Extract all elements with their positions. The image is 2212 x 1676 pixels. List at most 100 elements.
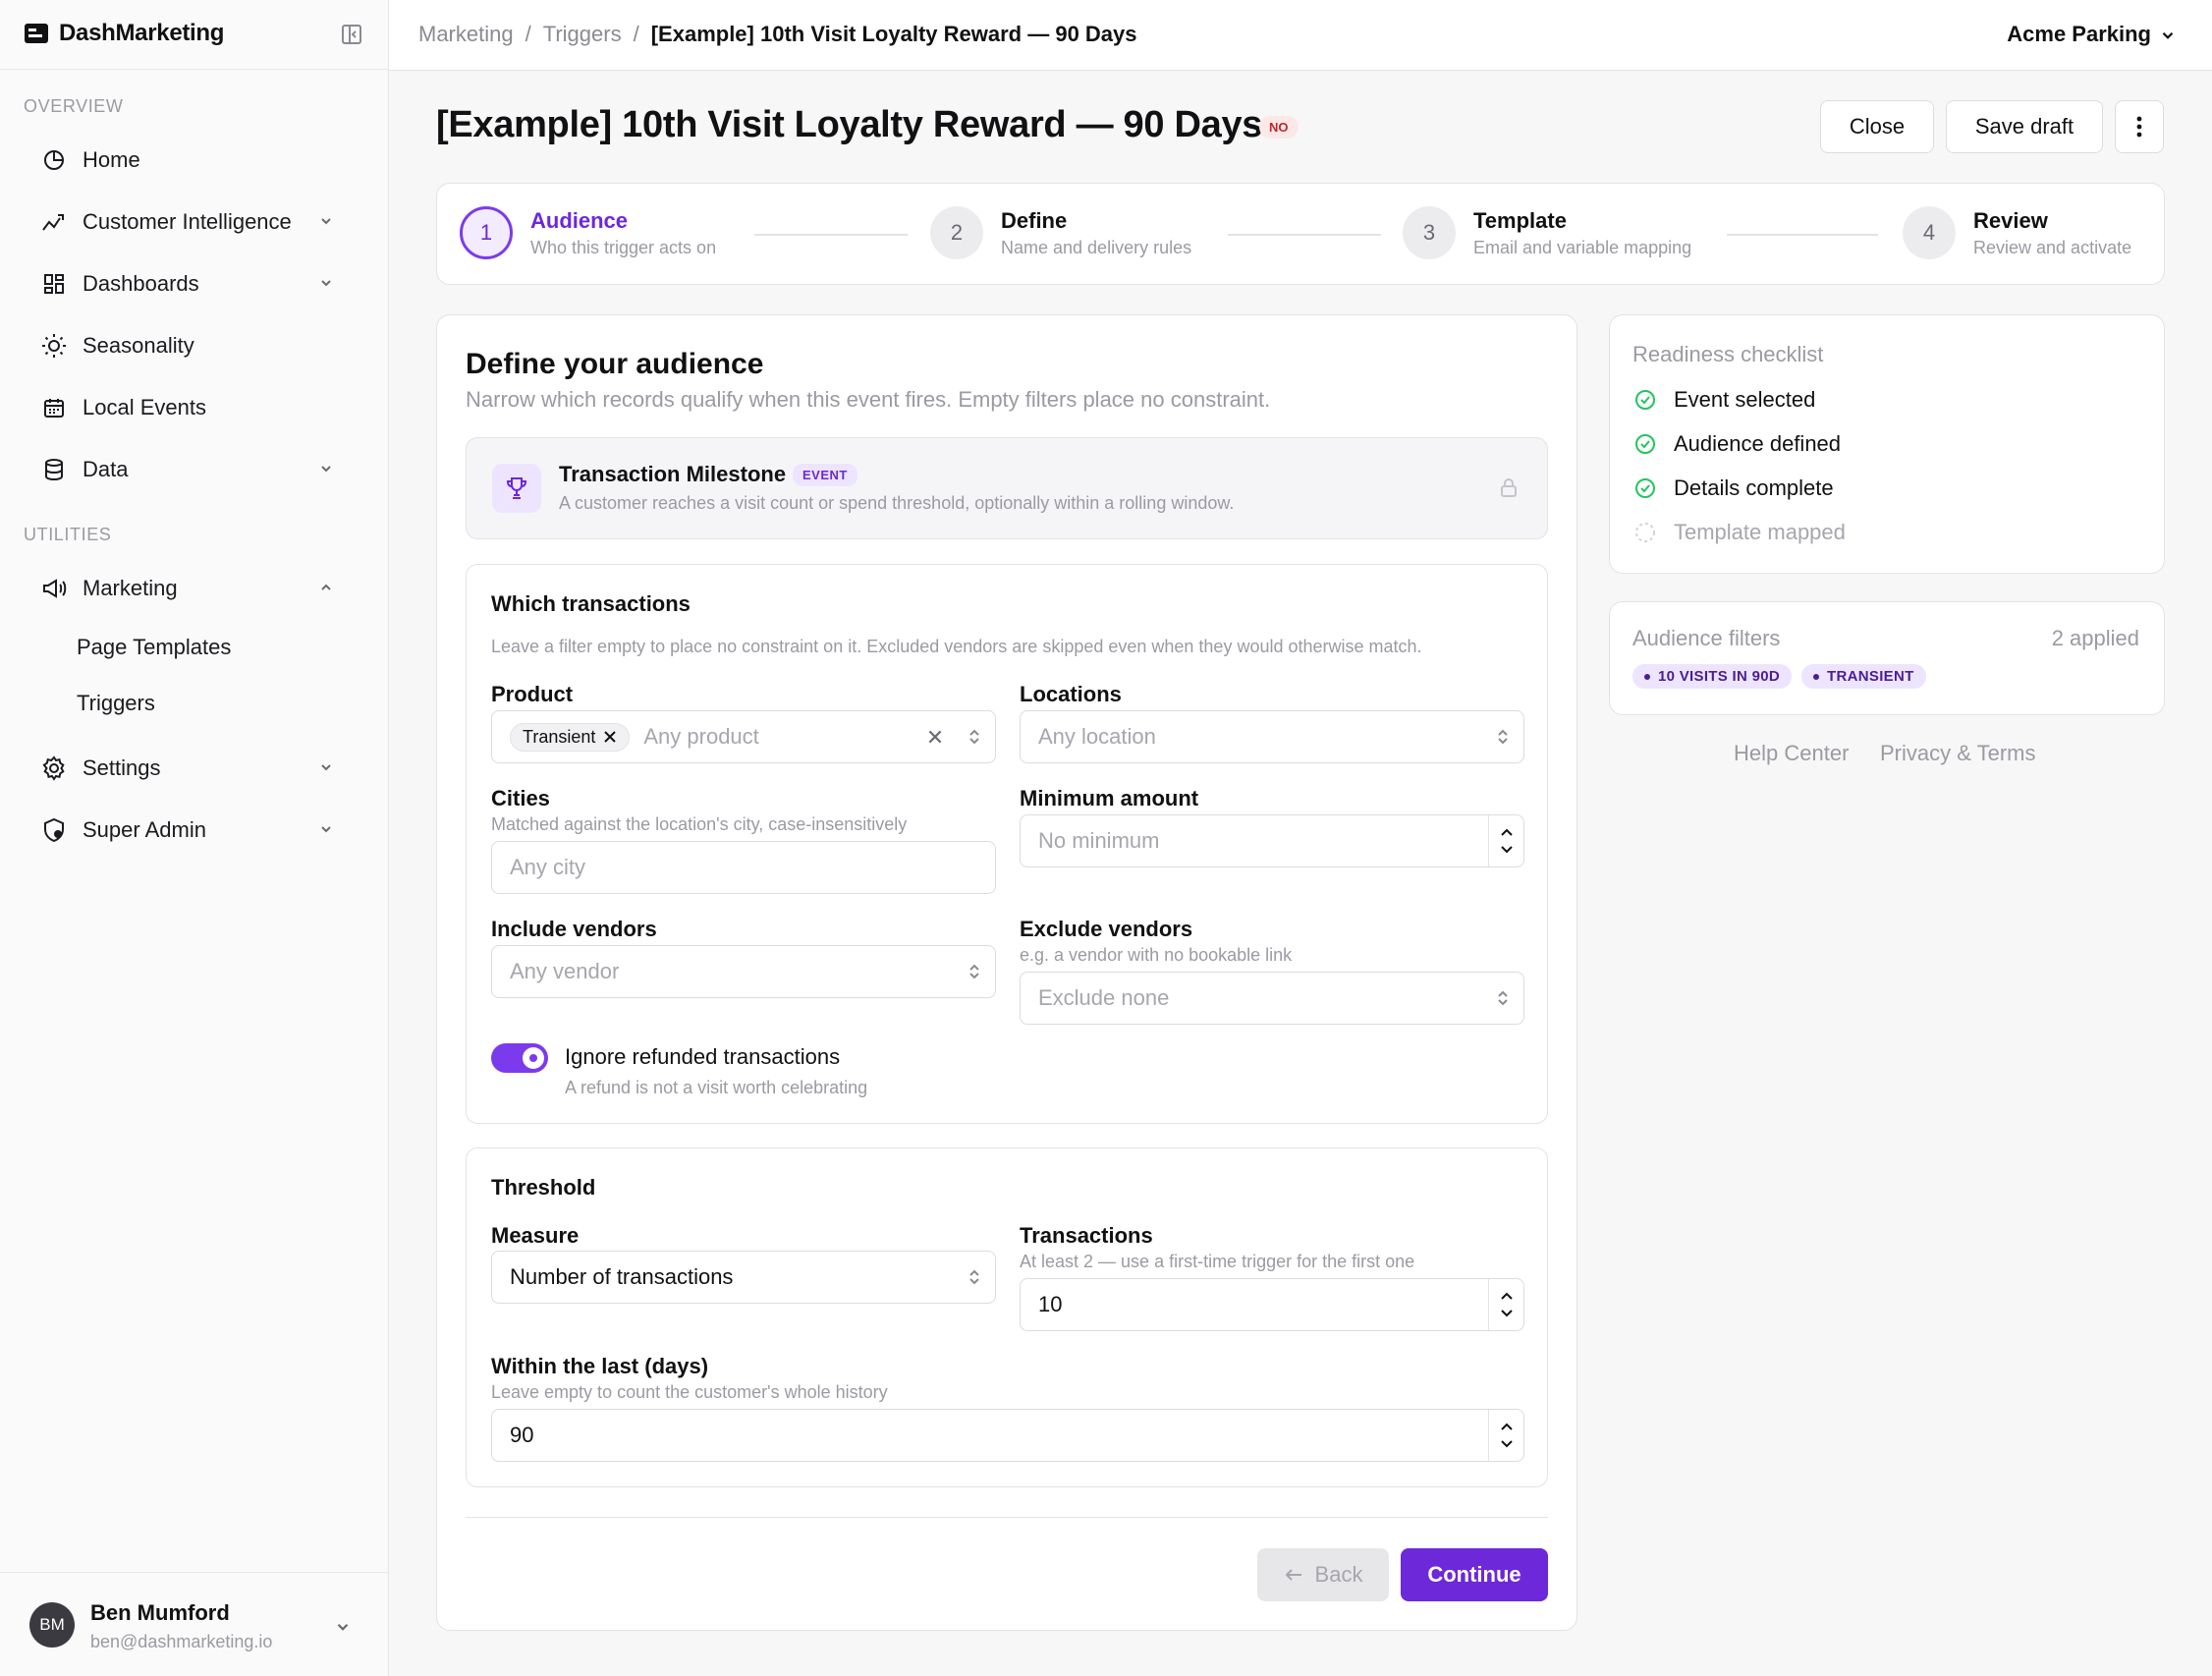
step-review[interactable]: 4 Review Review and activate (1903, 206, 2131, 259)
close-button[interactable]: Close (1820, 100, 1934, 153)
number-stepper[interactable] (1488, 1279, 1523, 1330)
event-title: Transaction Milestone (559, 462, 787, 486)
save-draft-button[interactable]: Save draft (1946, 100, 2103, 153)
pending-circle-icon (1634, 522, 1656, 543)
cities-label: Cities (491, 786, 550, 810)
ignore-refunds-toggle[interactable] (491, 1043, 548, 1073)
more-options-button[interactable] (2115, 100, 2164, 153)
include-vendors-select[interactable]: Any vendor (491, 945, 996, 998)
back-button[interactable]: Back (1257, 1548, 1389, 1601)
sidebar-item-marketing[interactable]: Marketing (24, 564, 348, 613)
logo-icon (24, 23, 49, 44)
step-template[interactable]: 3 Template Email and variable mapping (1403, 206, 1691, 259)
chevron-down-icon (1500, 846, 1513, 854)
checklist-item: Audience defined (1634, 431, 1841, 457)
number-stepper[interactable] (1488, 815, 1523, 866)
filter-pill: 10 VISITS IN 90D (1632, 664, 1793, 689)
section-subtitle: Narrow which records qualify when this e… (466, 387, 1271, 412)
exclude-vendors-select[interactable]: Exclude none (1020, 972, 1524, 1025)
step-audience[interactable]: 1 Audience Who this trigger acts on (460, 206, 716, 259)
locations-select[interactable]: Any location (1020, 710, 1524, 763)
chevron-down-icon (318, 213, 334, 229)
chip-label: Transient (523, 726, 596, 747)
updown-icon (1496, 727, 1510, 747)
event-summary: Transaction Milestone EVENT A customer r… (466, 437, 1548, 539)
breadcrumb-triggers[interactable]: Triggers (543, 22, 622, 47)
event-description: A customer reaches a visit count or spen… (559, 493, 1235, 513)
check-circle-icon (1634, 477, 1656, 499)
step-connector (754, 234, 908, 236)
event-badge: EVENT (793, 464, 857, 486)
checklist-label: Event selected (1674, 387, 1816, 412)
number-stepper[interactable] (1488, 1410, 1523, 1461)
measure-select[interactable]: Number of transactions (491, 1251, 996, 1304)
audience-filters-card (1609, 601, 2165, 715)
checklist-label: Template mapped (1674, 520, 1846, 544)
sidebar-item-data[interactable]: Data (24, 445, 348, 494)
filter-pill-label: TRANSIENT (1827, 668, 1914, 685)
user-menu[interactable]: BM Ben Mumford ben@dashmarketing.io (0, 1572, 389, 1676)
dashboard-icon (41, 271, 67, 297)
help-center-link[interactable]: Help Center (1734, 741, 1849, 766)
product-select[interactable]: Transient Any product (491, 710, 996, 763)
org-switcher[interactable]: Acme Parking (2007, 22, 2151, 47)
privacy-terms-link[interactable]: Privacy & Terms (1880, 741, 2036, 766)
threshold-title: Threshold (491, 1175, 596, 1200)
app-logo[interactable]: DashMarketing (24, 20, 224, 47)
step-desc: Who this trigger acts on (530, 237, 717, 257)
arrow-left-icon (1284, 1567, 1303, 1583)
updown-icon (968, 727, 981, 747)
step-title: Review (1973, 207, 2048, 233)
step-define[interactable]: 2 Define Name and delivery rules (930, 206, 1191, 259)
sidebar-item-dashboards[interactable]: Dashboards (24, 259, 348, 308)
step-desc: Review and activate (1973, 237, 2132, 257)
breadcrumb-marketing[interactable]: Marketing (418, 22, 514, 47)
chevron-down-icon (318, 275, 334, 291)
chevron-up-icon (1500, 828, 1513, 836)
window-hint: Leave empty to count the customer's whol… (491, 1382, 888, 1402)
sidebar-toggle-icon[interactable] (340, 23, 363, 46)
database-icon (41, 457, 67, 482)
step-number: 3 (1403, 206, 1456, 259)
section-label-utilities: UTILITIES (24, 525, 112, 544)
user-name: Ben Mumford (90, 1600, 230, 1625)
sidebar-item-home[interactable]: Home (24, 136, 348, 185)
step-connector (1727, 234, 1878, 236)
locations-label: Locations (1020, 682, 1122, 706)
product-chip[interactable]: Transient (510, 722, 631, 752)
min-amount-input[interactable]: No minimum (1020, 814, 1524, 867)
exclude-vendors-hint: e.g. a vendor with no bookable link (1020, 945, 1293, 965)
chip-remove-icon[interactable] (603, 730, 617, 744)
filter-pills: 10 VISITS IN 90D TRANSIENT (1632, 664, 1936, 689)
include-vendors-placeholder: Any vendor (510, 959, 620, 983)
ignore-refunds-label: Ignore refunded transactions (565, 1044, 841, 1069)
trend-icon (41, 209, 67, 235)
chevron-down-icon[interactable] (2159, 27, 2177, 44)
step-title: Define (1001, 207, 1068, 233)
sidebar-item-super-admin[interactable]: Super Admin (24, 806, 348, 855)
sidebar-item-customer-intelligence[interactable]: Customer Intelligence (24, 197, 348, 247)
sidebar-item-settings[interactable]: Settings (24, 744, 348, 793)
updown-icon (968, 1267, 981, 1287)
breadcrumb-separator: / (525, 22, 531, 46)
step-number: 1 (460, 206, 513, 259)
continue-button[interactable]: Continue (1401, 1548, 1548, 1601)
chevron-down-icon (318, 461, 334, 476)
exclude-vendors-label: Exclude vendors (1020, 917, 1193, 941)
sidebar-item-seasonality[interactable]: Seasonality (24, 321, 348, 370)
sidebar-subitem-triggers[interactable]: Triggers (77, 691, 155, 716)
window-days-input[interactable]: 90 (491, 1409, 1524, 1462)
window-days-value: 90 (510, 1423, 534, 1447)
sidebar-item-local-events[interactable]: Local Events (24, 383, 348, 432)
transactions-count-hint: At least 2 — use a first-time trigger fo… (1020, 1252, 1415, 1271)
updown-icon (968, 962, 981, 981)
check-circle-icon (1634, 389, 1656, 411)
product-placeholder: Any product (643, 724, 759, 749)
megaphone-icon (41, 576, 67, 601)
step-title: Audience (530, 207, 629, 233)
audience-filters-title: Audience filters (1632, 626, 1781, 650)
cities-input[interactable]: Any city (491, 841, 996, 894)
clear-icon[interactable] (926, 728, 944, 746)
transactions-count-input[interactable]: 10 (1020, 1278, 1524, 1331)
sidebar-subitem-page-templates[interactable]: Page Templates (77, 635, 231, 660)
